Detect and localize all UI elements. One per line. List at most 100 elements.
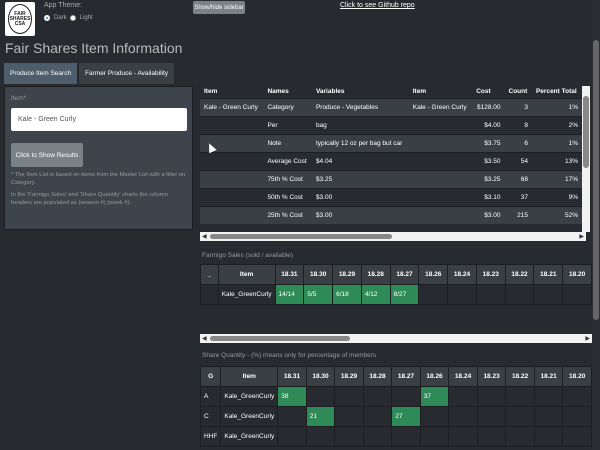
info-table-cell: 8 xyxy=(504,115,532,134)
share-header[interactable]: 18.22 xyxy=(505,366,535,387)
info-table-header[interactable]: Percent Total xyxy=(532,86,582,98)
share-header[interactable]: 18.29 xyxy=(334,366,364,387)
info-table-cell: 52% xyxy=(531,205,582,224)
share-quantity-label: Share Quantity - (%) means only for perc… xyxy=(202,352,377,359)
share-cell xyxy=(505,386,535,407)
info-table-header[interactable]: Item xyxy=(200,86,263,98)
share-cell xyxy=(305,426,336,447)
share-header[interactable]: 18.21 xyxy=(533,366,564,387)
farmigo-header[interactable]: 18.23 xyxy=(475,264,506,285)
share-header[interactable]: 18.27 xyxy=(391,366,421,387)
github-link[interactable]: Click to see Github repo xyxy=(340,2,415,9)
share-row: C Kale_GreenCurly 21 27 xyxy=(200,406,592,427)
share-quantity-table: G Item 18.31 18.30 18.29 18.28 18.27 18.26 18.24… xyxy=(200,366,592,450)
farmigo-sales-label: Farmigo Sales (sold / available) xyxy=(202,252,294,259)
share-cell xyxy=(277,426,307,447)
farmigo-header[interactable]: 18.29 xyxy=(332,264,362,285)
theme-light-radio[interactable] xyxy=(69,15,76,21)
page-vertical-scrollbar[interactable] xyxy=(592,0,600,450)
farmigo-header[interactable]: _ xyxy=(200,264,219,285)
farmigo-cell: Kale_GreenCurly xyxy=(217,284,276,305)
theme-dark-label[interactable]: Dark xyxy=(54,15,67,21)
share-header[interactable]: 18.26 xyxy=(419,366,450,387)
share-cell: A xyxy=(200,386,222,407)
tab-farmer-produce-availability[interactable]: Farmer Produce - Availability xyxy=(79,63,175,84)
info-table-cell: 13% xyxy=(531,151,582,170)
page-title: Fair Shares Item Information xyxy=(5,40,183,56)
info-table-cell: $3.10 xyxy=(472,187,505,206)
share-cell xyxy=(362,386,393,407)
share-header[interactable]: Item xyxy=(220,366,279,387)
show-results-button[interactable]: Click to Show Results xyxy=(11,143,83,167)
share-cell xyxy=(448,386,478,407)
info-table-cell: $4.04 xyxy=(311,151,409,170)
info-table-header[interactable]: Variables xyxy=(312,86,409,98)
item-label: Item* xyxy=(11,95,27,102)
farmigo-header[interactable]: 18.31 xyxy=(274,264,305,285)
farmigo-header[interactable]: 18.28 xyxy=(360,264,391,285)
info-table-cell: Produce - Vegetables xyxy=(311,97,409,116)
farmigo-cell xyxy=(418,284,449,305)
info-table-row: Kale - Green Curly Category Produce - Vege… xyxy=(200,97,582,116)
info-table-cell: $3.25 xyxy=(311,169,409,188)
item-select[interactable]: Kale - Green Curly xyxy=(11,108,187,131)
theme-dark-radio[interactable] xyxy=(44,15,50,21)
toggle-sidebar-button[interactable]: Show/hide sidebar xyxy=(193,1,245,14)
farmigo-horizontal-scrollbar[interactable]: ◀ ▶ xyxy=(200,334,592,343)
info-table-cell xyxy=(200,151,264,170)
info-table-cell: 2% xyxy=(531,115,582,134)
share-cell xyxy=(334,426,364,447)
farmigo-cell: 4/12 xyxy=(360,284,391,305)
help-text-1: * The Item List is based on items from t… xyxy=(11,172,186,186)
info-table-cell: Kale - Green Curly xyxy=(408,97,473,116)
farmigo-header[interactable]: 18.22 xyxy=(504,264,535,285)
farmigo-header[interactable]: 18.30 xyxy=(303,264,334,285)
info-table-cell: 25th % Cost xyxy=(263,205,312,224)
info-table-cell: bag xyxy=(311,115,409,134)
share-row: HHF Kale_GreenCurly xyxy=(200,426,592,447)
info-table-row: 25th % Cost $3.00 $3.00 215 52% xyxy=(200,205,582,224)
share-header[interactable]: 18.24 xyxy=(448,366,478,387)
item-info-table: Item Names Variables Item Cost Count Percent T… xyxy=(200,86,586,232)
info-table-header[interactable]: Names xyxy=(263,86,312,98)
info-table-header[interactable]: Count xyxy=(505,86,532,98)
farmigo-cell xyxy=(562,284,592,305)
info-table-cell: 9% xyxy=(531,187,582,206)
share-header[interactable]: 18.30 xyxy=(305,366,336,387)
farmigo-header[interactable]: Item xyxy=(217,264,276,285)
info-table-cell: 215 xyxy=(504,205,532,224)
share-cell xyxy=(476,386,507,407)
share-cell: Kale_GreenCurly xyxy=(220,426,279,447)
farmigo-header[interactable]: 18.26 xyxy=(418,264,449,285)
fair-shares-logo: FAIR SHARES CSA xyxy=(5,2,35,36)
share-header[interactable]: G xyxy=(200,366,222,387)
share-header[interactable]: 18.20 xyxy=(562,366,592,387)
info-table-cell: $128.00 xyxy=(472,97,505,116)
info-table-cell xyxy=(408,205,473,224)
share-header[interactable]: 18.31 xyxy=(277,366,307,387)
farmigo-header[interactable]: 18.20 xyxy=(562,264,592,285)
info-table-header[interactable]: Item xyxy=(409,86,472,98)
info-table-header[interactable]: Cost xyxy=(472,86,504,98)
info-table-vertical-scrollbar[interactable] xyxy=(582,86,590,232)
info-table-horizontal-scrollbar[interactable]: ◀ ▶ xyxy=(200,232,586,241)
share-header[interactable]: 18.23 xyxy=(476,366,507,387)
info-table-row: Average Cost $4.04 $3.50 54 13% xyxy=(200,151,582,170)
farmigo-header[interactable]: 18.24 xyxy=(447,264,477,285)
share-cell: Kale_GreenCurly xyxy=(220,386,279,407)
info-table-cell: Average Cost xyxy=(263,151,312,170)
info-table-cell: Note xyxy=(263,133,312,152)
farmigo-header[interactable]: 18.21 xyxy=(533,264,564,285)
share-cell xyxy=(305,386,336,407)
info-table-cell: 6 xyxy=(504,133,532,152)
farmigo-cell xyxy=(533,284,564,305)
share-header[interactable]: 18.28 xyxy=(362,366,393,387)
share-cell xyxy=(562,406,592,427)
theme-light-label[interactable]: Light xyxy=(80,15,93,21)
share-cell: 27 xyxy=(391,406,421,427)
farmigo-cell xyxy=(447,284,477,305)
share-cell: 37 xyxy=(419,386,450,407)
tab-produce-item-search[interactable]: Produce Item Search xyxy=(4,63,78,84)
info-table-cell xyxy=(200,205,264,224)
farmigo-header[interactable]: 18.27 xyxy=(389,264,420,285)
